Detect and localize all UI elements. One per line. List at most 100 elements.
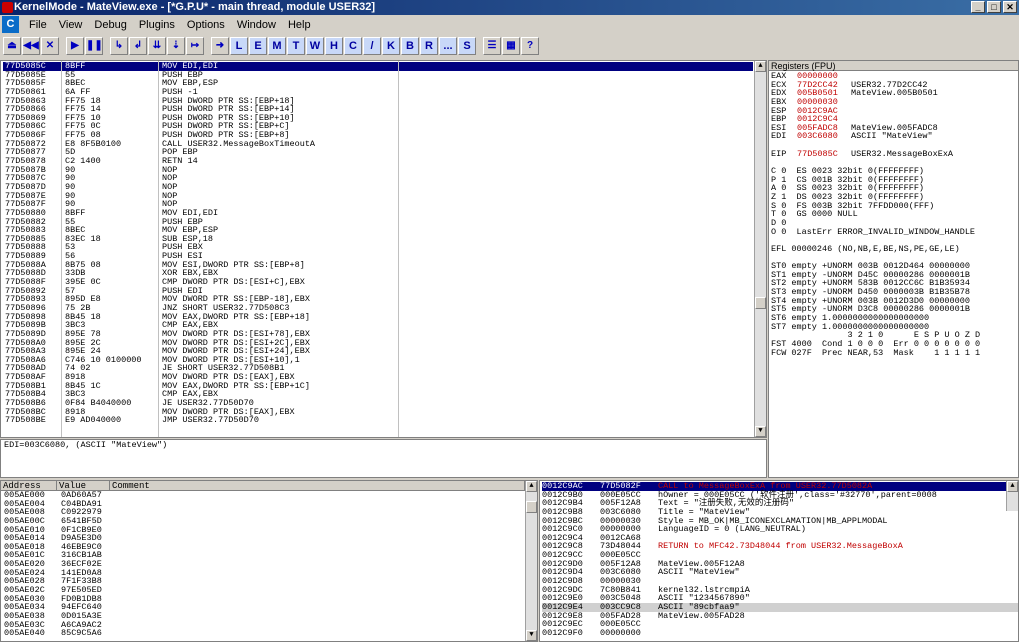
disasm-row[interactable]: 77D5085C 8BFF MOV EDI,EDI <box>3 62 753 71</box>
registers-pane[interactable]: Registers (FPU) EAX 00000000 ECX 77D2CC42 US… <box>768 60 1019 478</box>
disasm-row[interactable]: 77D5089D 895E 78 MOV DWORD PTR DS:[ESI+78]… <box>3 330 753 339</box>
menu-window[interactable]: Window <box>231 19 282 31</box>
disasm-row[interactable]: 77D508A0 895E 2C MOV DWORD PTR DS:[ESI+2C]… <box>3 338 753 348</box>
dump-scrollbar[interactable]: ▲ ▼ <box>525 481 537 641</box>
breakpoints-button[interactable]: B <box>401 37 419 55</box>
scroll-up-icon[interactable]: ▲ <box>1007 481 1018 492</box>
disasm-row[interactable]: 77D50869 FF75 10 PUSH DWORD PTR SS:[EBP+10… <box>3 114 753 123</box>
disasm-row[interactable]: 77D5089B 3BC3 CMP EAX,EBX <box>3 321 753 330</box>
references-button[interactable]: R <box>420 37 438 55</box>
step-over-icon[interactable]: ↲ <box>129 37 147 55</box>
disasm-row[interactable]: 77D508AD 74 02 JE SHORT USER32.77D508B1 <box>3 364 753 373</box>
menu-plugins[interactable]: Plugins <box>133 19 181 31</box>
disasm-row[interactable]: 77D5088D 33DB XOR EBX,EBX <box>3 269 753 278</box>
menu-options[interactable]: Options <box>181 19 231 31</box>
stack-pane[interactable]: 0012C9AC 77D5082F CALL to MessageBoxExA fr… <box>539 480 1019 642</box>
disasm-row[interactable]: 77D5087C 90 NOP <box>3 174 753 183</box>
disasm-row[interactable]: 77D50882 55 PUSH EBP <box>3 217 753 227</box>
scroll-thumb[interactable] <box>526 501 537 513</box>
disasm-row[interactable]: 77D5087D 90 NOP <box>3 183 753 192</box>
trace-over-icon[interactable]: ⇣ <box>167 37 185 55</box>
stack-scrollbar[interactable]: ▲ <box>1006 481 1018 511</box>
app-c-icon[interactable]: C <box>2 16 19 33</box>
dump-row[interactable]: 005AE040 85C9C5A6 <box>4 629 537 638</box>
restart-icon[interactable]: ◀◀ <box>22 37 40 55</box>
register-eip[interactable]: EIP 77D5085C USER32.MessageBoxExA <box>771 149 1018 159</box>
flag-row[interactable]: O 0 LastErr ERROR_INVALID_WINDOW_HANDLE <box>771 227 1018 237</box>
disasm-row[interactable]: 77D508B6 0F84 B4040000 JE USER32.77D50D70 <box>3 399 753 408</box>
disasm-row[interactable]: 77D508A6 C746 10 0100000 MOV DWORD PTR DS:… <box>3 356 753 365</box>
disasm-row[interactable]: 77D5085F 8BEC MOV EBP,ESP <box>3 79 753 88</box>
disasm-row[interactable]: 77D50872 E8 8F5B0100 CALL USER32.MessageBo… <box>3 140 753 149</box>
disasm-row[interactable]: 77D50893 895D E8 MOV DWORD PTR SS:[EBP-18]… <box>3 295 753 304</box>
handles-button[interactable]: H <box>325 37 343 55</box>
disasm-row[interactable]: 77D508AF 8918 MOV DWORD PTR DS:[EAX],EBX <box>3 373 753 382</box>
threads-button[interactable]: T <box>287 37 305 55</box>
disasm-row[interactable]: 77D50861 6A FF PUSH -1 <box>3 88 753 97</box>
dump-pane[interactable]: Address Value Comment 005AE000 0AD60A57 00… <box>0 480 538 642</box>
run-icon[interactable]: ▶ <box>66 37 84 55</box>
disasm-row[interactable]: 77D50883 8BEC MOV EBP,ESP <box>3 226 753 235</box>
disasm-row[interactable]: 77D50898 8B45 18 MOV EAX,DWORD PTR SS:[EBP… <box>3 312 753 322</box>
minimize-button[interactable]: _ <box>971 1 985 13</box>
cpu-button[interactable]: C <box>344 37 362 55</box>
dump-header-comment[interactable]: Comment <box>110 481 525 491</box>
scroll-down-icon[interactable]: ▼ <box>526 630 537 641</box>
patches-button[interactable]: / <box>363 37 381 55</box>
scroll-up-icon[interactable]: ▲ <box>526 481 537 492</box>
disasm-row[interactable]: 77D50880 8BFF MOV EDI,EDI <box>3 209 753 218</box>
disasm-row[interactable]: 77D5088F 395E 0C CMP DWORD PTR DS:[ESI+C],… <box>3 278 753 287</box>
disasm-row[interactable]: 77D50885 83EC 18 SUB ESP,18 <box>3 235 753 244</box>
scroll-up-icon[interactable]: ▲ <box>755 61 766 72</box>
windows-button[interactable]: W <box>306 37 324 55</box>
scroll-down-icon[interactable]: ▼ <box>755 426 766 437</box>
stack-row[interactable]: 0012C9F0 00000000 <box>542 629 1018 638</box>
log-window-button[interactable]: L <box>230 37 248 55</box>
menu-view[interactable]: View <box>53 19 89 31</box>
disasm-row[interactable]: 77D5087E 90 NOP <box>3 191 753 201</box>
disasm-row[interactable]: 77D50896 75 2B JNZ SHORT USER32.77D508C3 <box>3 304 753 313</box>
stack-comment: MateView.005FAD28 <box>658 610 745 621</box>
scroll-thumb[interactable] <box>755 297 766 309</box>
fcw-row[interactable]: FCW 027F Prec NEAR,53 Mask 1 1 1 1 1 <box>771 348 1018 358</box>
open-icon[interactable]: ⏏ <box>3 37 21 55</box>
disasm-row[interactable]: 77D50866 FF75 14 PUSH DWORD PTR SS:[EBP+14… <box>3 105 753 114</box>
maximize-button[interactable]: □ <box>987 1 1001 13</box>
disasm-row[interactable]: 77D5086C FF75 0C PUSH DWORD PTR SS:[EBP+C] <box>3 122 753 131</box>
pause-icon[interactable]: ❚❚ <box>85 37 103 55</box>
menu-help[interactable]: Help <box>282 19 317 31</box>
disasm-row[interactable]: 77D50878 C2 1400 RETN 14 <box>3 157 753 166</box>
disasm-row[interactable]: 77D50888 53 PUSH EBX <box>3 243 753 252</box>
disassembly-pane[interactable]: 77D5085C 8BFF MOV EDI,EDI 77D5085E 55 PUSH EB… <box>0 60 767 438</box>
disasm-row[interactable]: 77D508B1 8B45 1C MOV EAX,DWORD PTR SS:[EBP… <box>3 382 753 391</box>
close-process-icon[interactable]: ✕ <box>41 37 59 55</box>
execute-till-return-icon[interactable]: ↦ <box>186 37 204 55</box>
list-icon[interactable]: ☰ <box>483 37 501 55</box>
disasm-row[interactable]: 77D5087F 90 NOP <box>3 200 753 209</box>
step-into-icon[interactable]: ↳ <box>110 37 128 55</box>
disasm-row[interactable]: 77D508BE E9 AD040000 JMP USER32.77D50D70 <box>3 416 753 425</box>
disasm-row[interactable]: 77D5085E 55 PUSH EBP <box>3 70 753 80</box>
call-stack-button[interactable]: K <box>382 37 400 55</box>
source-button[interactable]: S <box>458 37 476 55</box>
disassembly-scrollbar[interactable]: ▲ ▼ <box>754 61 766 437</box>
close-button[interactable]: ✕ <box>1003 1 1017 13</box>
menu-debug[interactable]: Debug <box>88 19 132 31</box>
disasm-row[interactable]: 77D5088A 8B75 08 MOV ESI,DWORD PTR SS:[EBP… <box>3 261 753 270</box>
disasm-row[interactable]: 77D50889 56 PUSH ESI <box>3 252 753 261</box>
disasm-row[interactable]: 77D50863 FF75 18 PUSH DWORD PTR SS:[EBP+18… <box>3 96 753 106</box>
grid-icon[interactable]: ▦ <box>502 37 520 55</box>
disasm-row[interactable]: 77D5087B 90 NOP <box>3 166 753 175</box>
trace-into-icon[interactable]: ⇊ <box>148 37 166 55</box>
register-row[interactable]: EDI 003C6080 ASCII "MateView" <box>771 132 1018 141</box>
flag-row[interactable]: T 0 GS 0000 NULL <box>771 210 1018 219</box>
efl-row[interactable]: EFL 00000246 (NO,NB,E,BE,NS,PE,GE,LE) <box>771 245 1018 254</box>
modules-button[interactable]: E <box>249 37 267 55</box>
goto-icon[interactable]: ➜ <box>211 37 229 55</box>
run-trace-button[interactable]: ... <box>439 37 457 55</box>
help-icon[interactable]: ? <box>521 37 539 55</box>
disasm-row[interactable]: 77D50877 5D POP EBP <box>3 148 753 157</box>
disasm-row[interactable]: 77D50892 57 PUSH EDI <box>3 286 753 296</box>
memory-button[interactable]: M <box>268 37 286 55</box>
menu-file[interactable]: File <box>23 19 53 31</box>
